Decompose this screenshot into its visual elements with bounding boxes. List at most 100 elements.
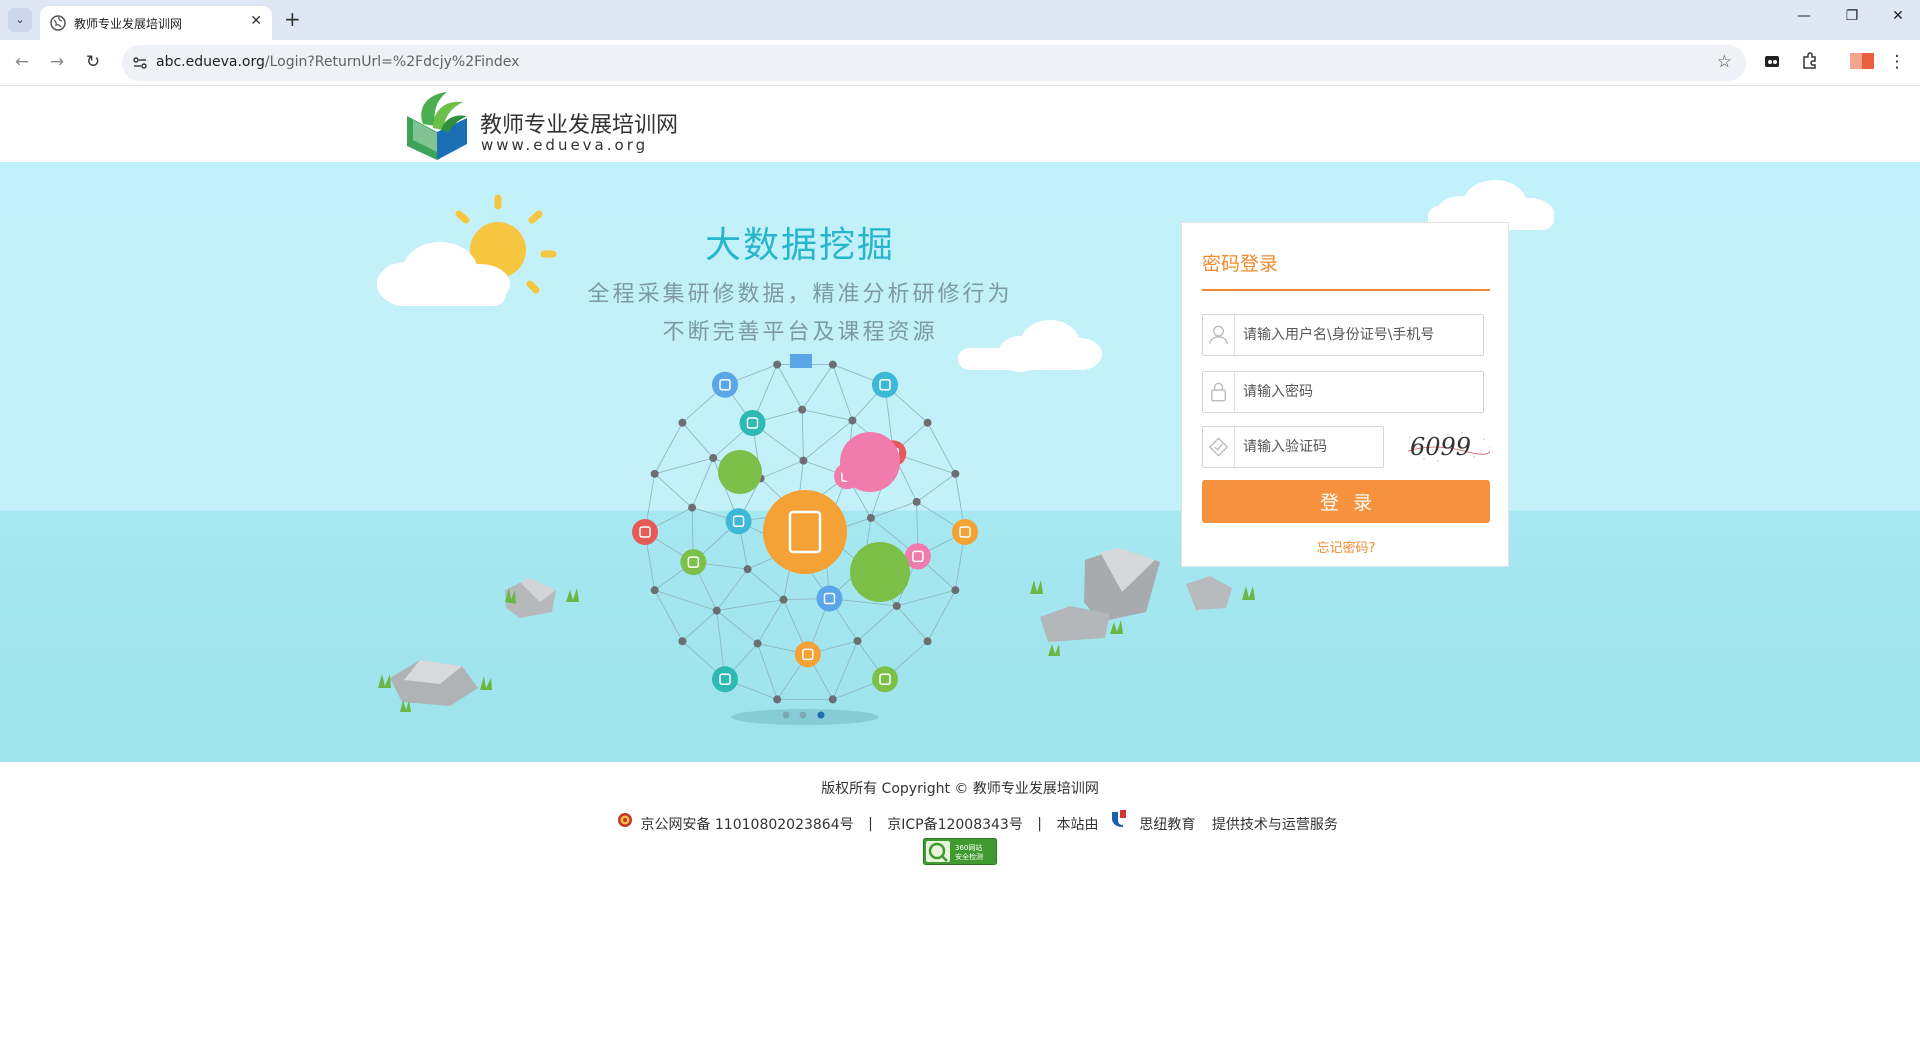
- security-badge-360[interactable]: 360网站 安全检测: [923, 838, 997, 865]
- copyright-text: 版权所有 Copyright © 教师专业发展培训网: [821, 781, 1099, 797]
- tab-title: 教师专业发展培训网: [74, 17, 183, 31]
- network-link: [654, 473, 693, 509]
- network-link: [654, 422, 683, 475]
- username-field: [1202, 314, 1484, 356]
- back-icon[interactable]: ←: [11, 52, 33, 72]
- site-url: www.edueva.org: [481, 136, 649, 154]
- svg-text:安全检测: 安全检测: [955, 852, 983, 861]
- record-line: 京公网安备 11010802023864号 | 京ICP备12008343号 |…: [617, 808, 1338, 833]
- network-node: [828, 695, 837, 704]
- provider-link[interactable]: 思纽教育: [1139, 814, 1195, 834]
- app-bubble-icon: [739, 410, 766, 437]
- banner-subline-1: 全程采集研修数据，精准分析研修行为: [587, 282, 1013, 307]
- network-node: [678, 418, 687, 427]
- app-bubble-icon: [725, 508, 752, 535]
- site-info-icon[interactable]: [132, 55, 148, 71]
- browser-tab[interactable]: 教师专业发展培训网 ✕: [40, 6, 272, 40]
- network-link: [760, 460, 804, 479]
- forgot-password-link[interactable]: 忘记密码?: [1182, 537, 1510, 556]
- icp-record-link[interactable]: 京ICP备12008343号: [887, 814, 1023, 834]
- network-link: [801, 364, 834, 410]
- network-node: [799, 456, 808, 465]
- network-node: [773, 360, 782, 369]
- network-node: [848, 416, 857, 425]
- media-icon[interactable]: [1762, 51, 1782, 71]
- banner-headline: 大数据挖掘: [704, 225, 895, 266]
- username-input[interactable]: [1243, 315, 1473, 355]
- app-bubble-icon: [632, 519, 658, 545]
- separator: |: [868, 816, 873, 832]
- slide-dot-1: [782, 711, 790, 719]
- network-node: [853, 636, 862, 645]
- captcha-input[interactable]: [1243, 427, 1377, 467]
- network-link: [776, 364, 803, 410]
- network-link: [757, 643, 778, 700]
- network-node: [743, 565, 752, 574]
- browser-menu-icon[interactable]: ⋮: [1886, 52, 1908, 72]
- bookmark-star-icon[interactable]: ☆: [1717, 52, 1732, 72]
- captcha-text: 6099: [1410, 433, 1471, 461]
- separator: |: [1037, 816, 1043, 832]
- network-node: [951, 469, 960, 478]
- network-node: [709, 454, 718, 463]
- reload-icon[interactable]: ↻: [82, 52, 104, 72]
- captcha-field: [1202, 426, 1384, 468]
- site-logo[interactable]: [403, 88, 471, 160]
- network-node: [779, 595, 788, 604]
- tab-search-chevron-icon[interactable]: ⌄: [8, 8, 32, 32]
- provider-suffix: 提供技术与运营服务: [1211, 817, 1338, 833]
- svg-text:360网站: 360网站: [955, 843, 982, 852]
- network-link: [716, 599, 784, 612]
- network-link: [832, 640, 858, 700]
- network-link: [716, 568, 748, 611]
- site-footer: 版权所有 Copyright © 教师专业发展培训网 京公网安备 1101080…: [0, 762, 1920, 1040]
- network-node: [892, 601, 901, 610]
- network-link: [870, 501, 917, 519]
- network-link: [832, 364, 853, 421]
- new-tab-button[interactable]: +: [284, 7, 301, 31]
- restore-icon[interactable]: ❐: [1840, 8, 1864, 24]
- profile-avatar[interactable]: [1848, 51, 1876, 71]
- network-link: [682, 422, 714, 459]
- tab-close-icon[interactable]: ✕: [250, 13, 262, 29]
- network-node: [712, 606, 721, 615]
- app-bubble-icon: [712, 371, 738, 398]
- network-link: [916, 473, 956, 503]
- minimize-icon[interactable]: —: [1792, 8, 1816, 24]
- app-bubble-icon: [712, 666, 738, 693]
- provider-prefix: 本站由: [1056, 817, 1099, 833]
- lock-icon: [1211, 372, 1235, 412]
- network-node: [798, 405, 807, 414]
- app-bubble-icon: [872, 666, 898, 693]
- network-node: [650, 586, 659, 595]
- app-bubble-icon: [952, 519, 978, 545]
- forward-icon[interactable]: →: [46, 52, 68, 72]
- network-node: [912, 497, 921, 506]
- network-node: [688, 503, 697, 512]
- captcha-image[interactable]: 6099: [1404, 429, 1490, 465]
- network-node: [753, 639, 762, 648]
- data-network-sphere: [632, 354, 978, 704]
- police-record-link[interactable]: 京公网安备 11010802023864号: [640, 814, 853, 834]
- network-link: [896, 605, 928, 642]
- network-node: [773, 695, 782, 704]
- network-link: [896, 589, 956, 607]
- banner-subline-2: 不断完善平台及课程资源: [662, 320, 938, 345]
- login-title-underline: [1202, 289, 1490, 291]
- hero-banner: 大数据挖掘 全程采集研修数据，精准分析研修行为 不断完善平台及课程资源 密码登录: [0, 162, 1920, 762]
- network-link: [757, 599, 784, 644]
- login-button[interactable]: 登录: [1202, 480, 1490, 523]
- police-badge-icon: [618, 813, 632, 827]
- user-icon: [1209, 315, 1235, 355]
- network-node: [650, 469, 659, 478]
- shield-check-icon: [1208, 427, 1235, 467]
- address-bar[interactable]: abc.edueva.org/Login?ReturnUrl=%2Fdcjy%2…: [122, 45, 1746, 81]
- network-node: [923, 637, 932, 646]
- password-input[interactable]: [1243, 372, 1473, 412]
- network-link: [801, 409, 804, 461]
- slide-dot-2: [799, 711, 807, 719]
- close-window-icon[interactable]: ✕: [1886, 8, 1910, 24]
- url-text: abc.edueva.org/Login?ReturnUrl=%2Fdcjy%2…: [156, 54, 520, 70]
- extensions-icon[interactable]: [1799, 51, 1819, 71]
- network-link: [654, 457, 714, 475]
